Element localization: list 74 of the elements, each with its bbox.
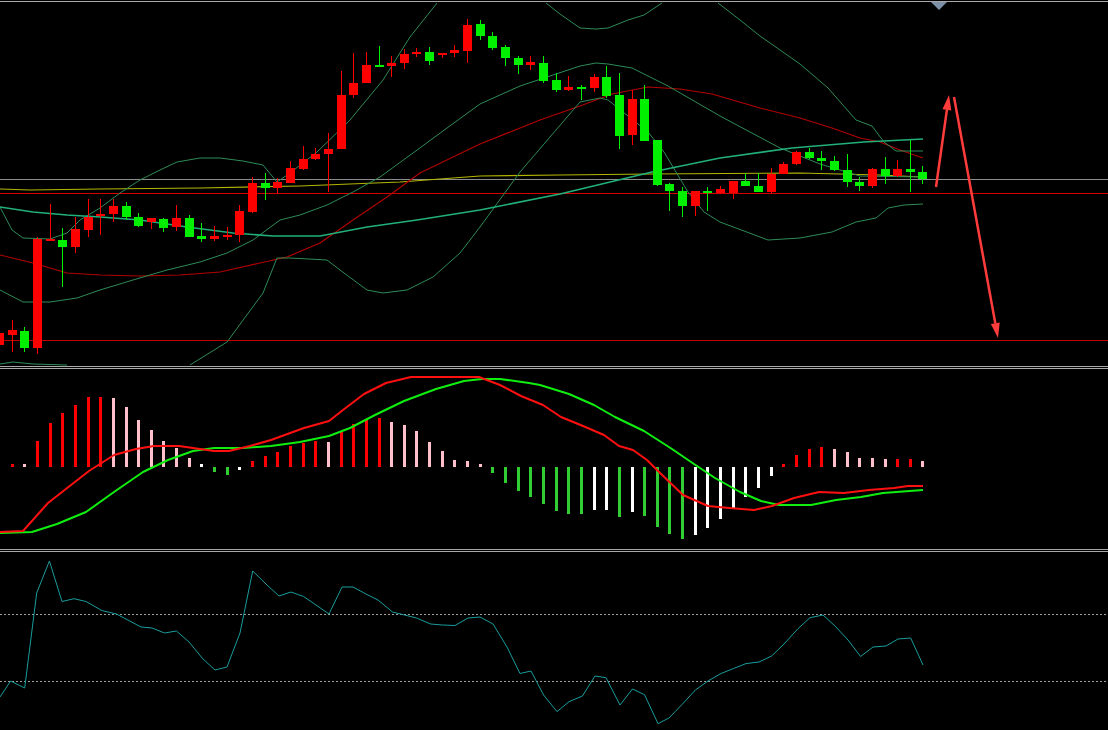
histogram-bar [833, 449, 836, 467]
histogram-bar [504, 467, 507, 483]
histogram-bar [921, 461, 924, 467]
histogram-bar [820, 447, 823, 467]
histogram-bar [251, 461, 254, 467]
histogram-bar [175, 448, 178, 467]
histogram-bar [87, 397, 90, 467]
histogram-bar [188, 458, 191, 467]
histogram-bar [706, 467, 709, 528]
histogram-bar [226, 467, 229, 475]
histogram-bar [390, 422, 393, 467]
histogram-bar [896, 459, 899, 467]
histogram-bar [340, 432, 343, 467]
histogram-bar [593, 467, 596, 510]
histogram-bar [757, 467, 760, 488]
histogram-bar [491, 467, 494, 473]
histogram-bar [36, 441, 39, 467]
histogram-bar [238, 467, 241, 470]
histogram-bar [909, 459, 912, 467]
histogram-bar [137, 420, 140, 467]
histogram-bar [428, 442, 431, 467]
histogram-bar [555, 467, 558, 511]
histogram-bar [681, 467, 684, 539]
histogram-bar [200, 464, 203, 467]
histogram-bar [770, 467, 773, 476]
histogram-bar [23, 464, 26, 467]
histogram-bar [74, 405, 77, 467]
histogram-bar [466, 461, 469, 467]
histogram-bar [302, 443, 305, 467]
histogram-bar [631, 467, 634, 512]
histogram-bar [49, 423, 52, 467]
histogram-bar [327, 442, 330, 467]
down-triangle-icon [931, 2, 947, 10]
histogram-bar [314, 441, 317, 467]
histogram-bar [112, 398, 115, 467]
histogram-bar [99, 397, 102, 467]
histogram-bar [352, 424, 355, 467]
histogram-bar [732, 467, 735, 508]
histogram-bar [289, 446, 292, 467]
histogram-bar [542, 467, 545, 504]
histogram-bar [719, 467, 722, 519]
histogram-bar [884, 459, 887, 467]
histogram-bar [808, 449, 811, 467]
histogram-bar [61, 413, 64, 467]
histogram-bar [643, 467, 646, 516]
histogram-bar [871, 458, 874, 467]
histogram-bar [264, 456, 267, 467]
histogram-bar [668, 467, 671, 534]
histogram-bar [694, 467, 697, 535]
histogram-bar [656, 467, 659, 527]
histogram-bar [441, 451, 444, 467]
histogram-bar [378, 418, 381, 467]
histogram-bar [11, 464, 14, 467]
histogram-bar [479, 464, 482, 467]
histogram-bar [517, 467, 520, 491]
histogram-bar [365, 419, 368, 467]
histogram-bar [125, 407, 128, 467]
histogram-bar [529, 467, 532, 497]
histogram-bar [567, 467, 570, 514]
histogram-bar [150, 430, 153, 467]
histogram-bar [403, 425, 406, 467]
histogram-bar [795, 455, 798, 467]
histogram-bar [580, 467, 583, 514]
histogram-bar [618, 467, 621, 517]
histogram-bar [213, 467, 216, 472]
histogram-bar [415, 431, 418, 467]
histogram-bar [605, 467, 608, 510]
histogram-bar [846, 452, 849, 467]
histogram-bar [782, 464, 785, 467]
histogram-bar [858, 458, 861, 467]
histogram-bar [162, 441, 165, 467]
histogram-bar [744, 467, 747, 497]
histogram-bar [276, 452, 279, 467]
histogram-bar [453, 460, 456, 467]
